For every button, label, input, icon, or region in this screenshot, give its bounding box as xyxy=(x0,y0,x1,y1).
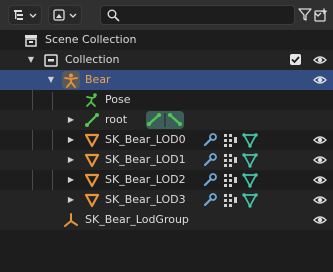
outliner-header xyxy=(0,0,333,30)
empty-object-icon xyxy=(64,213,78,227)
display-mode-dropdown[interactable] xyxy=(8,5,42,25)
eye-icon[interactable] xyxy=(313,73,327,87)
mesh-object-icon xyxy=(84,133,100,148)
image-view-icon xyxy=(53,9,77,21)
empty-tree-space xyxy=(0,230,333,272)
mesh-object-icon xyxy=(84,173,100,188)
expand-arrow-icon[interactable]: ▶ xyxy=(66,194,76,206)
armature-icon xyxy=(64,73,78,88)
outliner-display-mode-icon xyxy=(14,10,37,20)
vertex-groups-icon[interactable] xyxy=(222,192,238,208)
mesh-data-icon[interactable] xyxy=(242,192,258,208)
mesh-data-icon[interactable] xyxy=(242,132,258,148)
lod-group-row[interactable]: SK_Bear_LodGroup xyxy=(0,210,333,230)
search-icon xyxy=(107,9,120,22)
lod-row[interactable]: ▶ SK_Bear_LOD0 xyxy=(0,130,333,150)
lod-row[interactable]: ▶ SK_Bear_LOD3 xyxy=(0,190,333,210)
bone-icon xyxy=(85,113,99,127)
collection-icon xyxy=(44,54,58,67)
vertex-groups-icon[interactable] xyxy=(222,152,238,168)
exclude-checkbox[interactable] xyxy=(290,54,301,65)
expand-arrow-icon[interactable]: ▶ xyxy=(66,154,76,166)
vertex-groups-icon[interactable] xyxy=(222,132,238,148)
root-row[interactable]: ▶ root xyxy=(0,110,333,130)
new-collection-button[interactable] xyxy=(314,5,330,25)
lod-row[interactable]: ▶ SK_Bear_LOD1 xyxy=(0,150,333,170)
lod-row[interactable]: ▶ SK_Bear_LOD2 xyxy=(0,170,333,190)
eye-icon[interactable] xyxy=(313,53,327,67)
eye-icon[interactable] xyxy=(313,133,327,147)
scene-collection-icon xyxy=(25,35,37,47)
checkmark-icon xyxy=(291,56,300,64)
scene-collection-row[interactable]: Scene Collection xyxy=(0,30,333,50)
expand-arrow-icon[interactable]: ▼ xyxy=(46,74,56,86)
wrench-modifier-icon[interactable] xyxy=(202,132,218,148)
wrench-modifier-icon[interactable] xyxy=(202,172,218,188)
pose-icon xyxy=(86,93,97,107)
view-dropdown[interactable] xyxy=(48,5,82,25)
pose-label: Pose xyxy=(105,93,131,106)
expand-arrow-icon[interactable]: ▶ xyxy=(66,134,76,146)
wrench-modifier-icon[interactable] xyxy=(202,152,218,168)
mesh-data-icon[interactable] xyxy=(242,152,258,168)
expand-arrow-icon[interactable]: ▼ xyxy=(26,54,36,66)
lod-label: SK_Bear_LOD0 xyxy=(105,133,186,146)
expand-arrow-icon[interactable]: ▶ xyxy=(66,174,76,186)
bone-chips xyxy=(146,111,184,129)
mesh-data-icon[interactable] xyxy=(242,172,258,188)
root-label: root xyxy=(105,113,128,126)
expand-arrow-icon[interactable]: ▶ xyxy=(66,114,76,126)
eye-icon[interactable] xyxy=(313,153,327,167)
vertex-groups-icon[interactable] xyxy=(222,172,238,188)
mesh-object-icon xyxy=(84,153,100,168)
eye-icon[interactable] xyxy=(313,193,327,207)
mesh-object-icon xyxy=(84,193,100,208)
lod-label: SK_Bear_LOD3 xyxy=(105,193,186,206)
lod-label: SK_Bear_LOD1 xyxy=(105,153,186,166)
bone-children-icon[interactable] xyxy=(146,111,184,129)
bear-label: Bear xyxy=(85,73,111,86)
collection-label: Collection xyxy=(65,53,120,66)
eye-icon[interactable] xyxy=(313,173,327,187)
lod-label: SK_Bear_LOD2 xyxy=(105,173,186,186)
lod-group-label: SK_Bear_LodGroup xyxy=(85,213,189,226)
new-collection-icon xyxy=(314,8,327,22)
eye-icon[interactable] xyxy=(313,213,327,227)
scene-collection-label: Scene Collection xyxy=(45,33,137,46)
collection-row[interactable]: ▼ Collection xyxy=(0,50,333,70)
armature-object-chip xyxy=(62,71,80,89)
pose-row[interactable]: Pose xyxy=(0,90,333,110)
bear-row[interactable]: ▼ Bear xyxy=(0,70,333,90)
wrench-modifier-icon[interactable] xyxy=(202,192,218,208)
search-field[interactable] xyxy=(100,5,295,25)
search-input[interactable] xyxy=(125,8,285,22)
